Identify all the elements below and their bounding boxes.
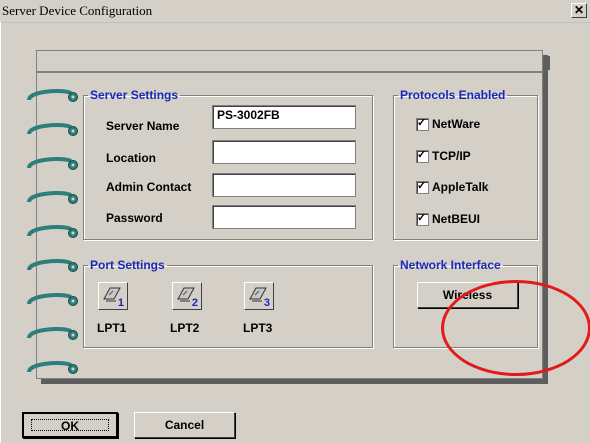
spiral-ring-icon	[27, 225, 78, 238]
password-label: Password	[106, 211, 163, 225]
protocol-label: TCP/IP	[432, 149, 471, 163]
server-settings-legend: Server Settings	[90, 88, 179, 102]
spiral-ring-icon	[27, 293, 78, 306]
port-number: 3	[263, 297, 270, 309]
checkbox-checked-icon	[416, 211, 429, 226]
spiral-ring-icon	[27, 259, 78, 272]
protocol-label: AppleTalk	[432, 180, 489, 194]
protocol-netware-checkbox[interactable]: NetWare	[416, 116, 481, 131]
close-icon[interactable]: ✕	[571, 3, 587, 18]
spiral-ring-icon	[27, 191, 78, 204]
spiral-binding	[25, 87, 85, 387]
protocols-legend: Protocols Enabled	[400, 88, 506, 102]
location-field[interactable]	[212, 140, 356, 164]
window-title: Server Device Configuration	[2, 3, 153, 18]
focus-rect	[31, 419, 109, 431]
server-name-field[interactable]: PS-3002FB	[212, 105, 356, 129]
checkbox-checked-icon	[416, 179, 429, 194]
protocol-netbeui-checkbox[interactable]: NetBEUI	[416, 211, 481, 226]
protocol-label: NetWare	[432, 117, 481, 131]
spiral-ring-icon	[27, 123, 78, 136]
network-interface-legend: Network Interface	[400, 258, 501, 272]
spiral-ring-icon	[27, 89, 78, 102]
spiral-ring-icon	[27, 327, 78, 340]
port-lpt2-button[interactable]: 2	[172, 282, 202, 310]
ok-button[interactable]: OK	[22, 412, 118, 438]
wireless-button[interactable]: Wireless	[417, 282, 518, 308]
port-lpt3-button[interactable]: 3	[244, 282, 274, 310]
checkbox-checked-icon	[416, 148, 429, 163]
password-field[interactable]	[212, 205, 356, 229]
protocol-tcpip-checkbox[interactable]: TCP/IP	[416, 148, 471, 163]
protocol-appletalk-checkbox[interactable]: AppleTalk	[416, 179, 489, 194]
spiral-ring-icon	[27, 361, 78, 374]
protocol-label: NetBEUI	[432, 212, 481, 226]
port-lpt2-label: LPT2	[170, 321, 200, 335]
title-bar: Server Device Configuration ✕	[0, 0, 590, 23]
port-lpt1-button[interactable]: 1	[98, 282, 128, 310]
location-label: Location	[106, 151, 156, 165]
admin-contact-field[interactable]	[212, 173, 356, 197]
checkbox-checked-icon	[416, 116, 429, 131]
spiral-ring-icon	[27, 157, 78, 170]
port-number: 1	[117, 297, 124, 309]
server-name-label: Server Name	[106, 119, 180, 133]
port-lpt1-label: LPT1	[97, 321, 127, 335]
admin-contact-label: Admin Contact	[106, 180, 192, 194]
port-settings-legend: Port Settings	[90, 258, 165, 272]
notebook-tab-strip	[36, 50, 543, 73]
port-lpt3-label: LPT3	[243, 321, 273, 335]
cancel-button[interactable]: Cancel	[134, 412, 235, 438]
port-number: 2	[191, 297, 198, 309]
